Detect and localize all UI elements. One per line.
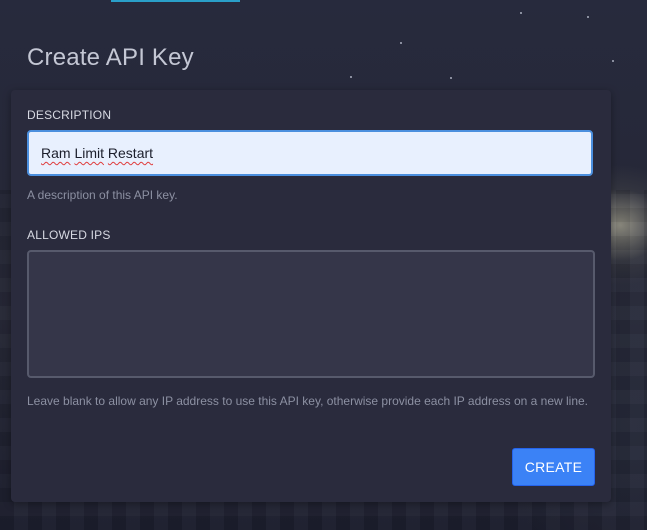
create-api-key-card: DESCRIPTION Ram Limit Restart A descript…	[11, 90, 611, 502]
description-help-text: A description of this API key.	[27, 188, 178, 202]
create-button[interactable]: CREATE	[512, 448, 595, 486]
description-input-word: Limit	[74, 145, 105, 161]
background-star	[587, 16, 589, 18]
description-input-word: Restart	[107, 145, 154, 161]
allowed-ips-label: ALLOWED IPS	[27, 228, 111, 242]
description-input[interactable]: Ram Limit Restart	[27, 130, 593, 176]
page-title: Create API Key	[27, 44, 194, 71]
description-label: DESCRIPTION	[27, 108, 112, 122]
background-star	[400, 42, 402, 44]
allowed-ips-help-text: Leave blank to allow any IP address to u…	[27, 394, 588, 408]
background-star	[450, 77, 452, 79]
background-star	[520, 12, 522, 14]
background-star	[612, 60, 614, 62]
background-star	[350, 76, 352, 78]
active-tab-indicator	[111, 0, 240, 2]
allowed-ips-textarea[interactable]	[27, 250, 595, 378]
description-input-word: Ram	[41, 145, 71, 161]
